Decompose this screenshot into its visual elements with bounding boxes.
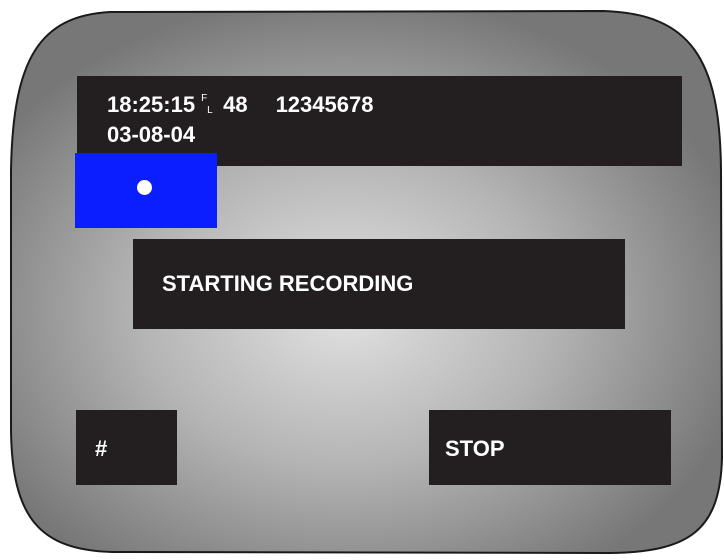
- stop-button-label: STOP: [445, 436, 505, 461]
- field-indicator-bottom: L: [207, 105, 213, 116]
- field-indicator: FL: [195, 92, 215, 118]
- time-display: 18:25:15: [107, 92, 196, 117]
- recorder-screen: 18:25:15 F L 48 12345678 03-08-04 STARTING R…: [0, 0, 724, 560]
- record-dot-icon: [137, 180, 152, 195]
- info-line-top: 18:25:15 F L 48 12345678: [107, 92, 373, 118]
- date-display: 03-08-04: [107, 122, 196, 147]
- channel-number: 48: [223, 92, 248, 117]
- message-box: STARTING RECORDING: [133, 239, 625, 329]
- status-message: STARTING RECORDING: [162, 271, 414, 296]
- hash-button[interactable]: #: [76, 410, 177, 485]
- hash-button-label: #: [95, 436, 108, 461]
- record-indicator: [75, 153, 217, 228]
- id-number: 12345678: [275, 92, 374, 117]
- stop-button[interactable]: STOP: [429, 410, 671, 485]
